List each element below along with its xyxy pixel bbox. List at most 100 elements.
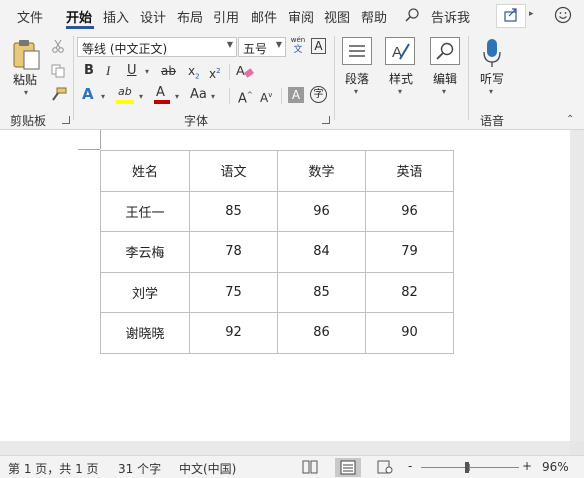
- tab-view[interactable]: 视图: [324, 7, 350, 26]
- microphone-icon: [483, 39, 501, 67]
- change-case-button[interactable]: Aa: [190, 87, 207, 103]
- table-cell[interactable]: 85: [189, 190, 278, 232]
- subscript-button[interactable]: x2: [188, 63, 200, 84]
- table-cell[interactable]: 92: [189, 312, 278, 354]
- tab-file[interactable]: 文件: [17, 7, 43, 26]
- tab-references[interactable]: 引用: [213, 7, 239, 26]
- share-button[interactable]: [496, 4, 526, 28]
- tab-insert[interactable]: 插入: [103, 7, 129, 26]
- table-cell[interactable]: 75: [189, 271, 278, 313]
- table-header-cell[interactable]: 姓名: [100, 150, 190, 192]
- table-cell[interactable]: 85: [277, 271, 366, 313]
- shrink-font-button[interactable]: Av: [260, 87, 272, 106]
- paste-icon[interactable]: [11, 38, 43, 72]
- character-border-button[interactable]: A: [311, 38, 326, 54]
- tab-layout[interactable]: 布局: [177, 7, 203, 26]
- tab-home[interactable]: 开始: [66, 7, 92, 26]
- paste-dropdown-icon[interactable]: ▾: [24, 88, 28, 97]
- language-indicator[interactable]: 中文(中国): [179, 460, 236, 477]
- share-icon: [504, 8, 517, 22]
- italic-button[interactable]: I: [106, 63, 110, 79]
- chevron-right-icon[interactable]: ▸: [529, 9, 534, 19]
- zoom-100-marker: [469, 464, 470, 471]
- tab-design[interactable]: 设计: [140, 7, 166, 26]
- paste-label[interactable]: 粘贴: [13, 71, 37, 88]
- web-layout-icon[interactable]: [377, 460, 393, 474]
- read-mode-icon[interactable]: [302, 460, 318, 474]
- tab-mailings[interactable]: 邮件: [251, 7, 277, 26]
- table-header-cell[interactable]: 英语: [365, 150, 454, 192]
- enclose-characters-button[interactable]: 字: [310, 86, 327, 103]
- font-launcher-icon[interactable]: [322, 116, 330, 124]
- tab-review[interactable]: 审阅: [288, 7, 314, 26]
- table-cell[interactable]: 谢晓晓: [100, 312, 190, 354]
- margin-marker-vertical: [100, 130, 101, 149]
- font-size-value: 五号: [243, 42, 268, 56]
- clear-formatting-icon[interactable]: A: [235, 62, 255, 80]
- table-cell[interactable]: 78: [189, 231, 278, 273]
- cut-icon[interactable]: [51, 39, 65, 53]
- underline-button[interactable]: U: [127, 63, 137, 79]
- lightbulb-search-icon[interactable]: [404, 7, 420, 23]
- table-cell[interactable]: 李云梅: [100, 231, 190, 273]
- zoom-in-button[interactable]: +: [522, 459, 532, 473]
- highlight-color-bar: [116, 100, 134, 104]
- font-color-dropdown-icon[interactable]: ▾: [175, 92, 179, 101]
- ribbon-tab-bar: 文件 开始 插入 设计 布局 引用 邮件 审阅 视图 帮助 告诉我 ▸: [0, 0, 584, 30]
- table-cell[interactable]: 96: [277, 190, 366, 232]
- editing-label: 编辑: [433, 72, 458, 86]
- table-header-cell[interactable]: 数学: [277, 150, 366, 192]
- page-count[interactable]: 第 1 页，共 1 页: [8, 460, 99, 477]
- styles-dropdown-icon[interactable]: ▾: [398, 87, 402, 96]
- change-case-dropdown-icon[interactable]: ▾: [211, 92, 215, 101]
- character-shading-button[interactable]: A: [288, 87, 304, 103]
- styles-icon: A: [392, 43, 410, 61]
- table-cell[interactable]: 96: [365, 190, 454, 232]
- tell-me-search[interactable]: 告诉我: [431, 7, 470, 26]
- word-count[interactable]: 31 个字: [118, 460, 161, 477]
- copy-icon[interactable]: [51, 64, 65, 78]
- zoom-out-button[interactable]: -: [408, 459, 412, 473]
- paragraph-dropdown-icon[interactable]: ▾: [354, 87, 358, 96]
- clipboard-launcher-icon[interactable]: [62, 116, 70, 124]
- table-cell[interactable]: 82: [365, 271, 454, 313]
- text-effects-dropdown-icon[interactable]: ▾: [101, 92, 105, 101]
- underline-dropdown-icon[interactable]: ▾: [145, 67, 149, 76]
- zoom-slider-track[interactable]: [421, 467, 519, 468]
- table-cell[interactable]: 90: [365, 312, 454, 354]
- chevron-down-icon[interactable]: ▼: [276, 40, 282, 49]
- font-color-button[interactable]: A: [154, 85, 170, 105]
- table-header-cell[interactable]: 语文: [189, 150, 278, 192]
- editing-dropdown-icon[interactable]: ▾: [442, 87, 446, 96]
- dictate-dropdown-icon[interactable]: ▾: [489, 87, 493, 96]
- vertical-scrollbar[interactable]: [570, 130, 584, 441]
- table-cell[interactable]: 王任一: [100, 190, 190, 232]
- phonetic-guide-button[interactable]: wén 文: [289, 36, 307, 58]
- horizontal-scrollbar[interactable]: [0, 441, 570, 455]
- table-cell[interactable]: 79: [365, 231, 454, 273]
- bold-button[interactable]: B: [84, 63, 94, 79]
- font-size-combo[interactable]: 五号 ▼: [238, 37, 286, 57]
- zoom-level[interactable]: 96%: [542, 460, 569, 474]
- table-cell[interactable]: 86: [277, 312, 366, 354]
- table-row: 谢晓晓 92 86 90: [100, 312, 454, 354]
- grow-font-button[interactable]: A^: [238, 87, 253, 107]
- format-painter-icon[interactable]: [51, 87, 67, 101]
- paragraph-label: 段落: [345, 72, 370, 86]
- zoom-slider-thumb[interactable]: [465, 462, 469, 473]
- font-name-combo[interactable]: 等线 (中文正文) ▼: [77, 37, 237, 57]
- collapse-ribbon-icon[interactable]: ⌃: [566, 114, 574, 125]
- highlight-button[interactable]: ab: [116, 85, 134, 105]
- tab-help[interactable]: 帮助: [361, 7, 387, 26]
- print-layout-button[interactable]: [335, 458, 361, 477]
- group-divider: [73, 36, 74, 120]
- table-cell[interactable]: 刘学: [100, 271, 190, 313]
- highlight-dropdown-icon[interactable]: ▾: [139, 92, 143, 101]
- smiley-feedback-icon[interactable]: [554, 6, 572, 24]
- text-effects-button[interactable]: A: [82, 86, 94, 102]
- strikethrough-button[interactable]: ab: [161, 63, 176, 79]
- superscript-button[interactable]: x2: [209, 63, 221, 82]
- find-magnifier-icon: [436, 42, 454, 60]
- chevron-down-icon[interactable]: ▼: [227, 40, 233, 49]
- table-cell[interactable]: 84: [277, 231, 366, 273]
